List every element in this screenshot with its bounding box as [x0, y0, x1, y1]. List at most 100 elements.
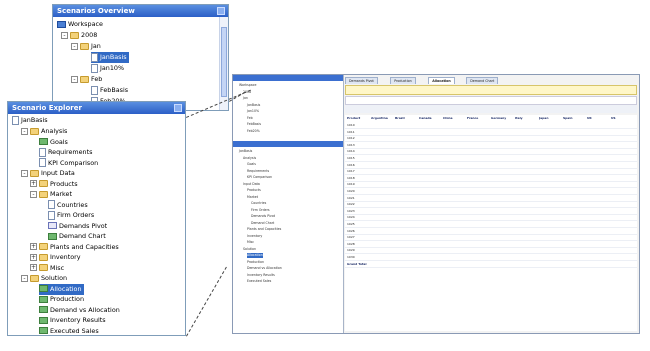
mini-tree-item[interactable]: KPI Comparison: [247, 175, 272, 180]
expand-icon[interactable]: +: [30, 253, 37, 261]
mini-tree-item[interactable]: Executed Sales: [247, 279, 271, 284]
mini-tree-item[interactable]: JanBasis: [239, 149, 252, 154]
tree-item-market[interactable]: - Market: [30, 189, 72, 200]
mini-tree-item[interactable]: Jan10%: [247, 109, 259, 114]
mini-tree-item[interactable]: Solution: [243, 247, 256, 252]
folder-icon: [30, 169, 39, 177]
tree-item-demands-pivot[interactable]: Demands Pivot: [48, 221, 107, 232]
tree-root-janbasis[interactable]: JanBasis: [12, 115, 48, 126]
close-icon[interactable]: [217, 7, 225, 15]
mini-tree-item[interactable]: Workspace: [239, 83, 256, 88]
collapse-icon[interactable]: -: [21, 169, 28, 177]
tree-item-label: Executed Sales: [50, 326, 99, 335]
column-header[interactable]: Italy: [515, 116, 537, 121]
collapse-icon[interactable]: -: [71, 75, 78, 83]
pivot-controls: [345, 105, 637, 113]
grid-row-divider: [345, 233, 637, 235]
scrollbar-thumb[interactable]: [221, 27, 227, 97]
mini-tree-item[interactable]: Goals: [247, 162, 256, 167]
tree-item-janbasis[interactable]: JanBasis: [91, 52, 129, 63]
tree-item-analysis[interactable]: - Analysis: [21, 126, 67, 137]
column-header[interactable]: Product: [347, 116, 369, 121]
mini-tree-item[interactable]: Demand vs Allocation: [247, 266, 282, 271]
tree-item-goals[interactable]: Goals: [39, 137, 68, 148]
collapse-icon[interactable]: -: [30, 190, 37, 198]
tree-item-demand-chart[interactable]: Demand Chart: [48, 231, 106, 242]
mini-tree-item[interactable]: Input Data: [243, 182, 260, 187]
collapse-icon[interactable]: -: [21, 274, 28, 282]
column-header[interactable]: Germany: [491, 116, 513, 121]
tree-item-production[interactable]: Production: [39, 294, 84, 305]
tree-item-label: KPI Comparison: [48, 158, 99, 167]
mini-tree-item[interactable]: Countries: [251, 201, 266, 206]
mini-tree-item[interactable]: Demand Chart: [251, 221, 274, 226]
chart-icon: [39, 306, 48, 313]
column-header[interactable]: UK: [587, 116, 609, 121]
mini-tree-item[interactable]: Market: [247, 195, 258, 200]
tree-item-solution[interactable]: - Solution: [21, 273, 67, 284]
tab-allocation[interactable]: Allocation: [428, 77, 455, 84]
tree-item-input-data[interactable]: - Input Data: [21, 168, 75, 179]
tree-item-jan[interactable]: - Jan: [71, 41, 101, 52]
grid-row-divider: [345, 174, 637, 176]
tree-item-executed-sales[interactable]: Executed Sales: [39, 326, 99, 336]
tree-item-demand-vs-allocation[interactable]: Demand vs Allocation: [39, 305, 120, 316]
mini-tree-item[interactable]: Analysis: [243, 156, 256, 161]
tree-item-feb[interactable]: - Feb: [71, 74, 102, 85]
expand-icon[interactable]: +: [30, 264, 37, 271]
column-header[interactable]: China: [443, 116, 465, 121]
column-header[interactable]: Brazil: [395, 116, 417, 121]
pivot-grid-icon: [48, 222, 57, 229]
column-header[interactable]: US: [611, 116, 633, 121]
tab-production[interactable]: Production: [390, 77, 416, 84]
tab-demands-pivot[interactable]: Demands Pivot: [345, 77, 378, 84]
mini-tree-item[interactable]: FebBasis: [247, 122, 261, 127]
tree-item-firm-orders[interactable]: Firm Orders: [48, 210, 94, 221]
grid-row-divider: [345, 253, 637, 255]
tree-item-inventory-results[interactable]: Inventory Results: [39, 315, 106, 326]
mini-tree-item[interactable]: Demands Pivot: [251, 214, 275, 219]
mini-tree-item[interactable]: Products: [247, 188, 261, 193]
tree-item-jan10[interactable]: Jan10%: [91, 63, 124, 74]
mini-tree-item[interactable]: Firm Orders: [251, 208, 270, 213]
tree-item-countries[interactable]: Countries: [48, 200, 88, 211]
overview-scrollbar[interactable]: [219, 17, 228, 110]
mini-tree-item[interactable]: Inventory Results: [247, 273, 275, 278]
tree-item-febbasis[interactable]: FebBasis: [91, 85, 128, 96]
mini-tree-item[interactable]: Inventory: [247, 234, 262, 239]
mini-tree-item[interactable]: Feb20%: [247, 129, 260, 134]
collapse-icon[interactable]: -: [61, 31, 68, 39]
mini-tree-item[interactable]: Requirements: [247, 169, 269, 174]
column-header[interactable]: France: [467, 116, 489, 121]
chart-icon: [39, 316, 48, 324]
mini-tree-item[interactable]: Jan: [243, 96, 248, 101]
tree-item-products[interactable]: + Products: [30, 179, 78, 190]
mini-tree-item[interactable]: Feb: [247, 116, 253, 121]
tree-item-workspace[interactable]: Workspace: [57, 19, 103, 30]
tree-item-kpi-comparison[interactable]: KPI Comparison: [39, 158, 98, 169]
grid-row-divider: [345, 147, 637, 149]
close-icon[interactable]: [174, 104, 182, 112]
folder-icon: [80, 75, 89, 83]
tree-item-requirements[interactable]: Requirements: [39, 147, 92, 158]
mini-tree-item[interactable]: Production: [247, 260, 264, 265]
mini-tree-item[interactable]: Allocation: [247, 253, 263, 258]
tab-demand-chart[interactable]: Demand Chart: [466, 77, 499, 84]
collapse-icon[interactable]: -: [71, 42, 78, 50]
column-header[interactable]: Spain: [563, 116, 585, 121]
expand-icon[interactable]: +: [30, 243, 37, 250]
tree-item-allocation[interactable]: Allocation: [39, 283, 84, 295]
tree-item-plants-and-capacities[interactable]: + Plants and Capacities: [30, 242, 119, 253]
grid-row-divider: [345, 154, 637, 156]
tree-item-inventory[interactable]: + Inventory: [30, 252, 81, 263]
collapse-icon[interactable]: -: [21, 127, 28, 135]
expand-icon[interactable]: +: [30, 180, 37, 187]
mini-tree-item[interactable]: Plants and Capacities: [247, 227, 281, 232]
tree-item-2008[interactable]: -2008: [61, 30, 97, 41]
tree-item-misc[interactable]: + Misc: [30, 263, 64, 274]
column-header[interactable]: Argentina: [371, 116, 393, 121]
mini-tree-item[interactable]: Misc: [247, 240, 254, 245]
column-header[interactable]: Canada: [419, 116, 441, 121]
column-header[interactable]: Japan: [539, 116, 561, 121]
mini-tree-item[interactable]: JanBasis: [247, 103, 260, 108]
